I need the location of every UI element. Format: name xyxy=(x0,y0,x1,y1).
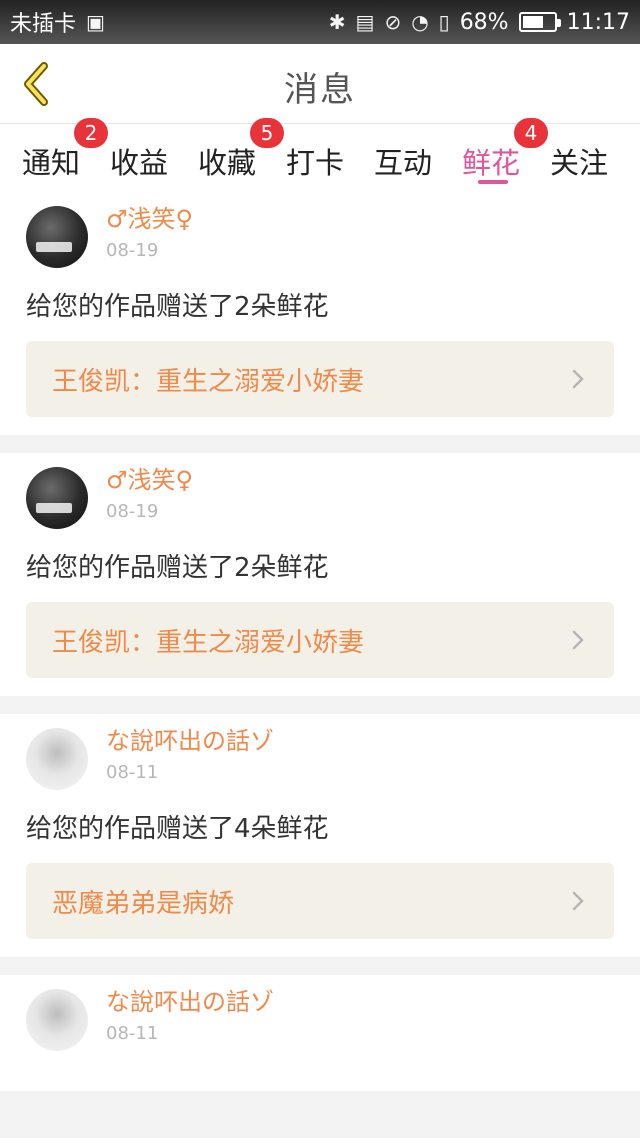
list-item: な說吥出の話ゾ 08-11 给您的作品赠送了4朵鲜花 恶魔弟弟是病娇 xyxy=(0,714,640,957)
page-title: 消息 xyxy=(284,70,356,110)
count-badge: 5 xyxy=(250,118,284,148)
tab-earnings[interactable]: 收益 xyxy=(110,124,198,192)
tab-checkin[interactable]: 打卡 xyxy=(286,124,374,192)
clock: 11:17 xyxy=(566,9,630,35)
battery-percent: 68% xyxy=(459,9,509,35)
tab-label: 互动 xyxy=(374,146,433,180)
list-item: な說吥出の話ゾ 08-11 xyxy=(0,975,640,1091)
avatar[interactable] xyxy=(26,467,88,529)
header: 消息 xyxy=(0,44,640,124)
battery-icon xyxy=(518,12,561,32)
tab-flowers[interactable]: 鲜花 4 xyxy=(462,118,550,192)
tab-follow[interactable]: 关注 xyxy=(550,124,638,192)
tab-label: 通知 xyxy=(22,146,81,180)
work-link[interactable]: 恶魔弟弟是病娇 xyxy=(26,863,614,939)
battery-fill xyxy=(522,16,543,28)
date: 08-19 xyxy=(106,240,159,261)
message-text: 给您的作品赠送了2朵鲜花 xyxy=(26,292,329,322)
wifi-icon: ◔ xyxy=(411,10,429,34)
tab-favorites[interactable]: 收藏 5 xyxy=(198,118,286,192)
username[interactable]: ♂浅笑♀ xyxy=(106,204,193,234)
chevron-right-icon xyxy=(572,891,584,911)
work-title: 王俊凯：重生之溺爱小娇妻 xyxy=(52,627,365,658)
list-item: ♂浅笑♀ 08-19 给您的作品赠送了2朵鲜花 王俊凯：重生之溺爱小娇妻 xyxy=(0,192,640,435)
chevron-right-icon xyxy=(572,630,584,650)
work-title: 王俊凯：重生之溺爱小娇妻 xyxy=(52,366,365,397)
message-text: 给您的作品赠送了2朵鲜花 xyxy=(26,553,329,583)
username[interactable]: ♂浅笑♀ xyxy=(106,465,193,495)
tab-label: 收益 xyxy=(110,146,169,180)
tab-label: 鲜花 xyxy=(462,146,521,180)
chevron-right-icon xyxy=(572,369,584,389)
tab-label: 收藏 xyxy=(198,146,257,180)
avatar[interactable] xyxy=(26,206,88,268)
tab-notifications[interactable]: 通知 2 xyxy=(22,118,110,192)
sim-icon: ▯ xyxy=(438,10,450,34)
work-link[interactable]: 王俊凯：重生之溺爱小娇妻 xyxy=(26,602,614,678)
carrier-label: 未插卡 xyxy=(10,12,77,37)
avatar[interactable] xyxy=(26,728,88,790)
tab-bar: 通知 2 收益 收藏 5 打卡 互动 鲜花 4 关注 xyxy=(0,118,640,192)
work-title: 恶魔弟弟是病娇 xyxy=(52,888,235,919)
vibrate-icon: ⊘ xyxy=(384,10,402,34)
work-link[interactable]: 王俊凯：重生之溺爱小娇妻 xyxy=(26,341,614,417)
bluetooth-icon: ✱ xyxy=(328,10,346,34)
date: 08-19 xyxy=(106,501,159,522)
status-bar: 未插卡 ▣ ✱ ▤ ⊘ ◔ ▯ 68% 11:17 xyxy=(0,0,640,44)
date: 08-11 xyxy=(106,762,159,783)
count-badge: 4 xyxy=(514,118,548,148)
username[interactable]: な說吥出の話ゾ xyxy=(106,987,274,1017)
image-icon: ▣ xyxy=(86,10,105,34)
tab-label: 关注 xyxy=(550,146,609,180)
count-badge: 2 xyxy=(74,118,108,148)
avatar[interactable] xyxy=(26,989,88,1051)
list-item: ♂浅笑♀ 08-19 给您的作品赠送了2朵鲜花 王俊凯：重生之溺爱小娇妻 xyxy=(0,453,640,696)
date: 08-11 xyxy=(106,1023,159,1044)
username[interactable]: な說吥出の話ゾ xyxy=(106,726,274,756)
nfc-icon: ▤ xyxy=(355,10,375,34)
message-text: 给您的作品赠送了4朵鲜花 xyxy=(26,814,329,844)
tab-label: 打卡 xyxy=(286,146,345,180)
flower-message-list: ♂浅笑♀ 08-19 给您的作品赠送了2朵鲜花 王俊凯：重生之溺爱小娇妻 ♂浅笑… xyxy=(0,192,640,1109)
tab-interaction[interactable]: 互动 xyxy=(374,124,462,192)
